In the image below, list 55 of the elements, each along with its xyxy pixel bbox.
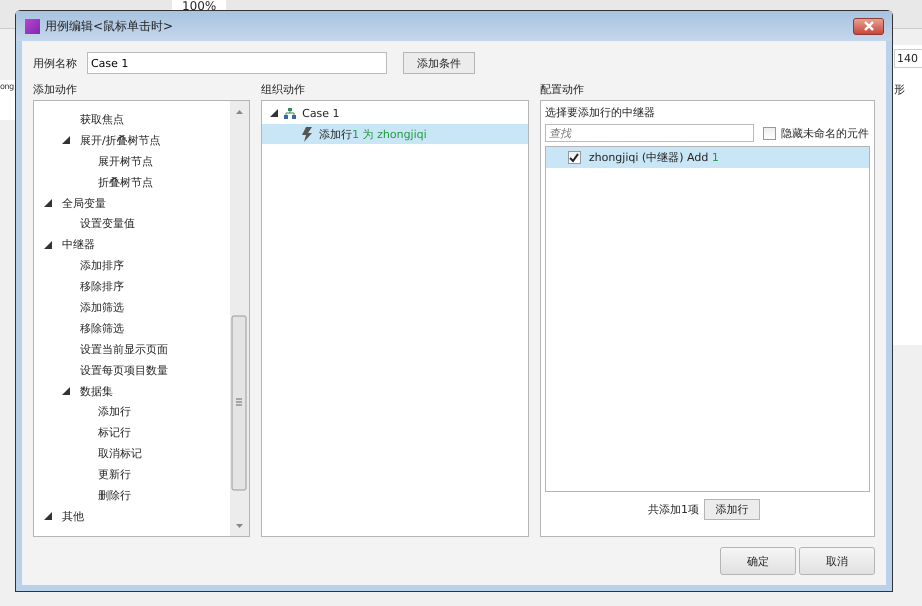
tree-item[interactable]: 设置每页项目数量 — [80, 362, 168, 378]
column-heading: 配置动作 — [540, 82, 585, 96]
expand-icon[interactable] — [62, 136, 70, 144]
total-count: 共添加1项 — [648, 502, 699, 517]
expand-icon[interactable] — [62, 387, 70, 396]
search-field[interactable]: 查找 — [544, 124, 754, 142]
tree-item[interactable]: 展开树节点 — [98, 154, 153, 169]
action-item[interactable]: 添加行1 为 zhongjiqi — [262, 124, 528, 144]
hierarchy-icon — [284, 108, 296, 118]
tree-item[interactable]: 标记行 — [98, 425, 131, 440]
column-heading: 添加动作 — [33, 82, 78, 96]
tree-item[interactable]: 更新行 — [98, 467, 131, 482]
expand-icon[interactable] — [44, 512, 52, 520]
ok-button[interactable]: 确定 — [720, 547, 796, 575]
tree-item[interactable]: 添加排序 — [80, 258, 124, 274]
window-title: 用例编辑<鼠标单击时> — [45, 18, 174, 34]
tree-item[interactable]: 设置当前显示页面 — [80, 342, 168, 357]
repeater-row[interactable]: zhongjiqi (中继器) Add 1 — [546, 147, 869, 168]
tree-item[interactable]: 获取焦点 — [80, 112, 124, 127]
tree-item[interactable]: 折叠树节点 — [98, 174, 153, 190]
app-icon — [25, 18, 40, 34]
tree-item[interactable]: 其他 — [62, 508, 84, 524]
panel-text: 形 — [894, 82, 905, 97]
tree-item[interactable]: 移除筛选 — [80, 320, 124, 336]
tree-item[interactable]: 移除排序 — [80, 279, 124, 294]
tree-item[interactable]: 添加筛选 — [80, 300, 124, 315]
close-button[interactable] — [853, 18, 884, 34]
column-heading: 组织动作 — [261, 82, 306, 96]
value-field[interactable]: 140 — [894, 49, 922, 68]
expand-icon[interactable] — [44, 240, 52, 249]
add-condition-button[interactable]: 添加条件 — [403, 52, 475, 74]
tree-item[interactable]: 展开/折叠树节点 — [80, 132, 161, 148]
tree-item[interactable]: 删除行 — [98, 488, 131, 503]
close-icon — [862, 21, 874, 31]
add-row-button[interactable]: 添加行 — [704, 499, 760, 520]
case-name-field[interactable]: Case 1 — [87, 52, 387, 74]
lightning-icon — [302, 126, 314, 142]
panel-text: ong — [0, 82, 14, 91]
checkbox-label: 隐藏未命名的元件 — [780, 126, 869, 140]
tree-item[interactable]: 设置变量值 — [80, 216, 135, 232]
tree-item[interactable]: 全局变量 — [62, 196, 106, 210]
tree-item[interactable]: 中继器 — [62, 237, 95, 252]
prompt-text: 选择要添加行的中继器 — [544, 105, 656, 121]
case-name-label: 用例名称 — [33, 56, 78, 70]
checkbox[interactable] — [762, 126, 776, 140]
tree-item[interactable]: 添加行 — [98, 404, 131, 420]
expand-icon[interactable] — [270, 109, 278, 117]
tree-item[interactable]: 取消标记 — [98, 446, 142, 462]
zoom-value: 100% — [172, 0, 226, 10]
checkbox[interactable] — [568, 151, 581, 164]
case-item[interactable]: Case 1 — [302, 106, 340, 120]
scrollbar[interactable] — [230, 101, 250, 536]
tree-item[interactable]: 数据集 — [80, 384, 113, 399]
cancel-button[interactable]: 取消 — [799, 547, 875, 575]
expand-icon[interactable] — [44, 199, 52, 207]
